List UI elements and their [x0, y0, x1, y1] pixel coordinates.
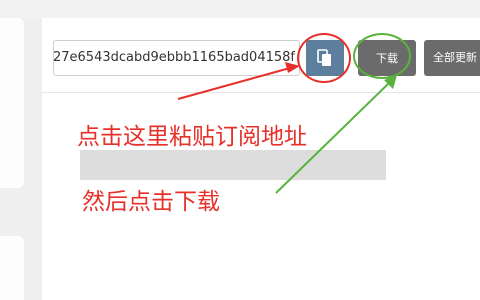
red-arrow-shaft: [177, 67, 291, 100]
red-arrow-head: [285, 62, 300, 73]
annotation-arrows: [177, 62, 397, 194]
green-arrow-shaft: [275, 83, 389, 194]
